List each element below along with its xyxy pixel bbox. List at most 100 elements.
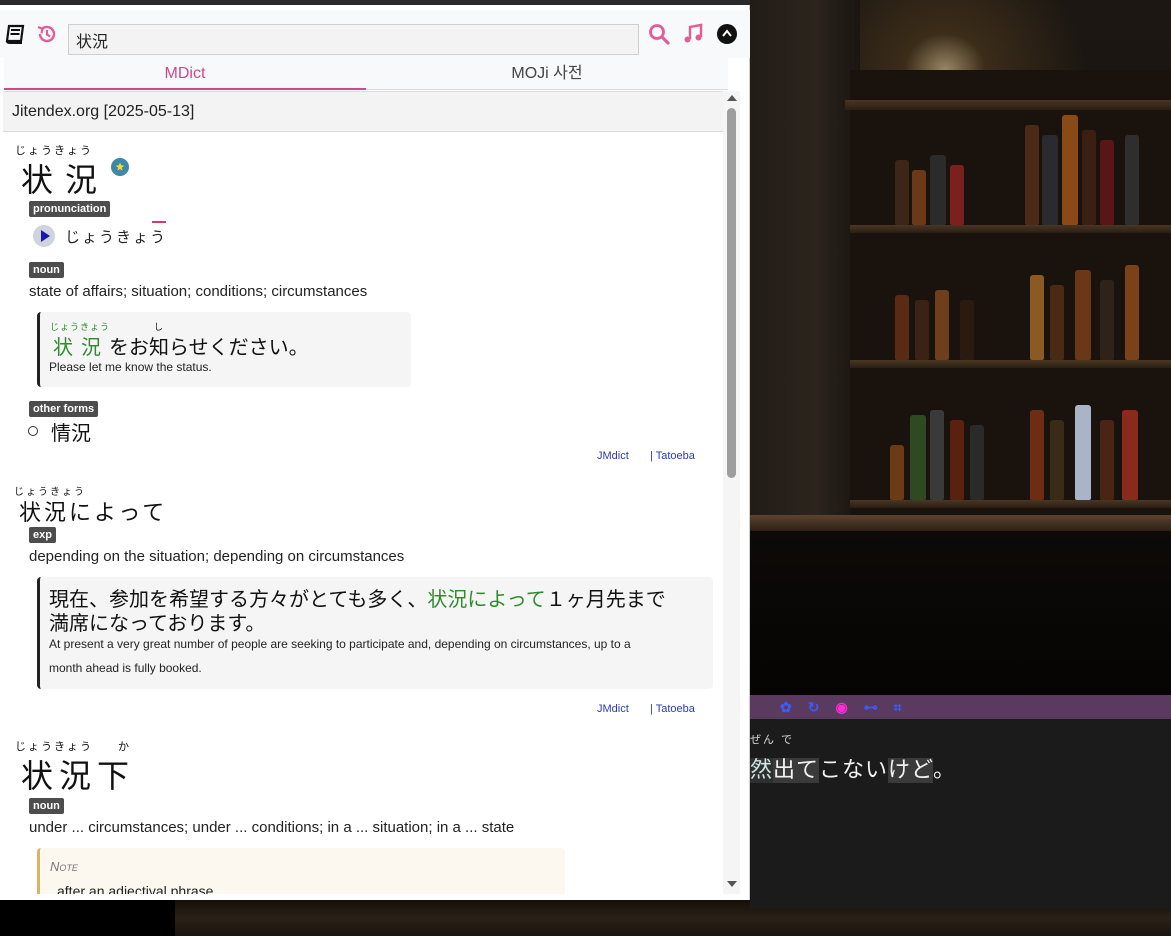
bar-counter	[750, 515, 1171, 531]
shelf-plank	[850, 500, 1171, 508]
reader-sentence[interactable]: 然出てこないけど。	[750, 752, 956, 784]
bottle	[1075, 405, 1091, 500]
bottle	[1075, 270, 1091, 360]
bottle	[1100, 140, 1114, 225]
bottle	[912, 170, 926, 225]
note-label: Note	[50, 859, 78, 874]
crop-icon[interactable]: ⌗	[894, 695, 902, 719]
reader-text-area	[750, 719, 1171, 909]
tag-noun: noun	[29, 262, 64, 278]
bottle	[890, 445, 904, 500]
entry-gloss: state of affairs; situation; conditions;…	[29, 283, 368, 300]
reader-token[interactable]: 。	[933, 758, 956, 783]
entry-headword[interactable]: 状況下	[21, 751, 135, 797]
shelf-plank	[850, 360, 1171, 368]
note-text: after an adjectival phrase	[57, 883, 214, 894]
example-translation: At present a very great number of people…	[49, 637, 631, 651]
popup-toolbar	[0, 10, 750, 58]
tag-exp: exp	[29, 527, 56, 543]
bottle	[1030, 410, 1044, 500]
bottle	[960, 300, 974, 360]
link-icon[interactable]: ⊷	[864, 695, 878, 719]
example-sentence: じょうきょう し 状況をお知らせください。 Please let me know…	[37, 312, 411, 387]
collapse-up-icon[interactable]	[715, 22, 739, 46]
scroll-down-arrow[interactable]	[727, 881, 737, 887]
bottle	[895, 295, 909, 360]
pitch-accent-mark	[152, 221, 166, 223]
reader-token[interactable]: 出て	[773, 758, 820, 783]
scroll-thumb[interactable]	[727, 108, 736, 478]
entry-gloss: under ... circumstances; under ... condi…	[29, 819, 515, 836]
bottle	[895, 160, 909, 225]
entry-headword[interactable]: 状況	[21, 155, 109, 201]
shelf-plank	[850, 225, 1171, 233]
example-text: をお知らせください。	[109, 335, 309, 359]
bottle	[950, 420, 964, 500]
tab-moji[interactable]: MOJi 사전	[366, 58, 728, 90]
refresh-icon[interactable]: ↻	[808, 695, 820, 719]
source-link-tatoeba[interactable]: | Tatoeba	[650, 450, 695, 462]
bottle	[915, 300, 929, 360]
scroll-up-arrow[interactable]	[727, 95, 737, 101]
music-note-icon[interactable]	[681, 22, 705, 46]
example-sentence: 現在、参加を希望する方々がとても多く、状況によって１ヶ月先まで 満席になっており…	[37, 577, 713, 689]
source-link-jmdict[interactable]: JMdict	[597, 450, 629, 462]
source-link-tatoeba[interactable]: | Tatoeba	[650, 703, 695, 715]
bottle	[1050, 420, 1064, 500]
reader-token[interactable]: けど	[888, 758, 933, 783]
book-icon[interactable]	[3, 22, 27, 46]
pitch-reading: じょうきょう	[65, 228, 168, 246]
bottle	[1082, 130, 1096, 225]
example-text: 満席になっております。	[49, 611, 266, 635]
bottle	[1100, 280, 1114, 360]
bottle	[1062, 115, 1078, 225]
example-text: １ヶ月先まで	[545, 587, 666, 611]
other-form: 情況	[51, 421, 91, 445]
history-icon[interactable]	[35, 22, 59, 46]
entry-gloss: depending on the situation; depending on…	[29, 548, 405, 565]
reader-toolbar: ✿ ↻ ◉ ⊷ ⌗	[750, 695, 1171, 719]
tag-pronunciation: pronunciation	[29, 201, 111, 217]
example-highlight: 状況によって	[427, 587, 546, 611]
star-icon[interactable]	[111, 158, 129, 176]
list-bullet	[28, 426, 38, 436]
example-translation: month ahead is fully booked.	[49, 661, 202, 675]
settings-icon[interactable]: ✿	[780, 695, 792, 719]
bottle	[1025, 125, 1039, 225]
bottle	[1030, 275, 1044, 360]
dictionary-popup: MDict MOJi 사전 Jitendex.org [2025-05-13] …	[0, 5, 750, 900]
bottle	[1100, 420, 1114, 500]
bottle	[1125, 135, 1139, 225]
reader-ruby: ぜん で	[750, 734, 795, 746]
concrete-wall	[750, 0, 860, 520]
bottle	[910, 415, 926, 500]
source-link-jmdict[interactable]: JMdict	[597, 703, 629, 715]
search-input[interactable]	[68, 24, 639, 55]
bottle	[930, 155, 946, 225]
entry-headword[interactable]: 状況によって	[19, 495, 167, 527]
bottle	[1125, 265, 1139, 360]
dictionary-title: Jitendex.org [2025-05-13]	[3, 91, 723, 132]
example-translation: Please let me know the status.	[49, 360, 212, 374]
play-audio-icon[interactable]	[33, 225, 55, 247]
tag-other-forms: other forms	[29, 401, 99, 417]
shelf-top	[845, 100, 1171, 110]
eye-icon[interactable]: ◉	[835, 695, 847, 719]
dictionary-tabs: MDict MOJi 사전	[4, 58, 728, 90]
reader-token[interactable]: こない	[819, 758, 888, 783]
tab-mdict[interactable]: MDict	[4, 58, 366, 90]
bottle	[1042, 135, 1058, 225]
dictionary-content: Jitendex.org [2025-05-13] じょうきょう 状況 pron…	[3, 91, 723, 894]
floor-shadow	[0, 900, 175, 936]
tag-noun: noun	[29, 798, 64, 814]
reader-token[interactable]: 然	[750, 758, 774, 783]
bottle	[930, 410, 944, 500]
vertical-scrollbar[interactable]	[723, 91, 740, 894]
example-highlight: 状況	[53, 335, 109, 359]
counter-shadow	[750, 531, 1171, 701]
note-box: Note after an adjectival phrase	[37, 848, 565, 894]
bottle	[935, 290, 949, 360]
search-icon[interactable]	[647, 22, 671, 46]
bottle	[1122, 410, 1138, 500]
bottle	[950, 165, 964, 225]
